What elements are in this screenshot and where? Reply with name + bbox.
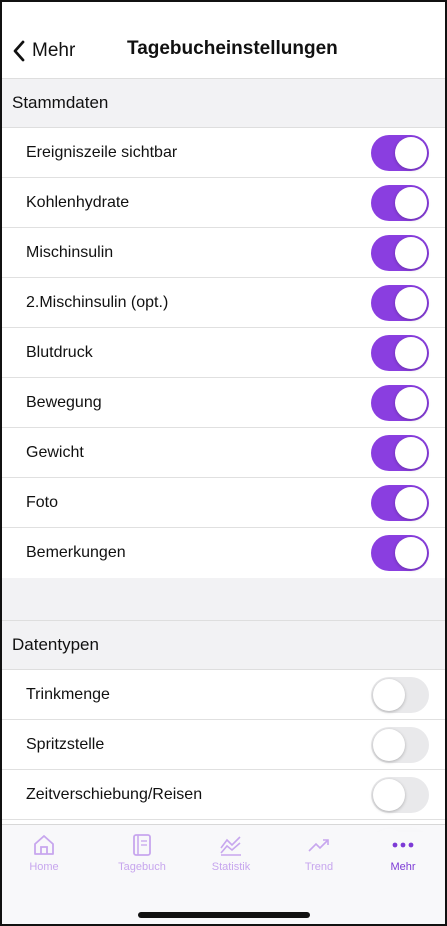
home-icon [4,833,84,857]
settings-row-label: Ereigniszeile sichtbar [26,143,178,161]
back-button[interactable]: Mehr [12,36,75,66]
tab-bar: Home Tagebuch Statistik Trend Mehr [2,824,445,924]
toggle-switch[interactable] [371,234,429,271]
section-spacer [2,578,445,620]
back-button-label: Mehr [32,40,76,61]
settings-row: Blutdruck [2,328,445,378]
more-icon [363,833,443,857]
toggle-knob [395,136,427,169]
toggle-switch[interactable] [371,535,429,571]
toggle-knob [395,386,427,419]
toggle-switch[interactable] [371,134,429,171]
toggle-knob [395,336,427,369]
tab-statistik-label: Statistik [211,861,251,873]
section-header-datentypen: Datentypen [2,620,445,670]
settings-row: Trinkmenge [2,670,445,720]
tab-trend-label: Trend [304,861,334,873]
tab-home[interactable]: Home [4,833,84,883]
toggle-switch[interactable] [371,676,429,713]
section-stammdaten: Ereigniszeile sichtbar Kohlenhydrate Misch… [2,128,445,578]
statistics-icon [191,833,271,857]
settings-row-label: Foto [26,493,59,511]
toggle-knob [395,436,427,469]
toggle-switch[interactable] [371,434,429,471]
settings-row: 2.Mischinsulin (opt.) [2,278,445,328]
navigation-bar: Mehr Tagebucheinstellungen [2,2,445,78]
trend-icon [279,833,359,857]
settings-row: Gewicht [2,428,445,478]
section-header-stammdaten: Stammdaten [2,78,445,128]
toggle-knob [395,537,427,569]
settings-row-label: Mischinsulin [26,243,114,261]
toggle-knob [395,486,427,519]
settings-row: Ereigniszeile sichtbar [2,128,445,178]
settings-row-label: Zeitverschiebung/Reisen [26,785,203,803]
settings-row: Bewegung [2,378,445,428]
settings-row-label: Blutdruck [26,343,93,361]
settings-row: Mischinsulin [2,228,445,278]
settings-row: Foto [2,478,445,528]
chevron-left-icon [12,40,26,62]
toggle-knob [373,778,405,811]
settings-list[interactable]: Stammdaten Ereigniszeile sichtbar Kohlenh… [2,78,445,832]
home-indicator [137,912,310,918]
tab-tagebuch-label: Tagebuch [118,861,166,873]
toggle-knob [395,186,427,219]
toggle-switch[interactable] [371,484,429,521]
settings-row: Spritzstelle [2,720,445,770]
page-title: Tagebucheinstellungen [127,38,338,59]
settings-row-label: Bewegung [26,393,102,411]
toggle-knob [395,286,427,319]
tab-tagebuch[interactable]: Tagebuch [102,833,182,883]
settings-row-label: Gewicht [26,443,84,461]
tab-mehr-label: Mehr [390,861,416,873]
settings-row-label: Bemerkungen [26,544,126,561]
toggle-switch[interactable] [371,284,429,321]
toggle-knob [395,236,427,269]
phone-screen: Mehr Tagebucheinstellungen Stammdaten Er… [0,0,447,926]
toggle-switch[interactable] [371,184,429,221]
settings-row-label: Trinkmenge [26,685,110,703]
settings-row: Kohlenhydrate [2,178,445,228]
section-datentypen: Trinkmenge Spritzstelle Zeitverschiebung/R… [2,670,445,832]
tab-trend[interactable]: Trend [279,833,359,883]
toggle-switch[interactable] [371,384,429,421]
toggle-switch[interactable] [371,776,429,813]
settings-row: Bemerkungen [2,528,445,578]
tab-statistik[interactable]: Statistik [191,833,271,883]
settings-row: Zeitverschiebung/Reisen [2,770,445,820]
settings-row-label: Kohlenhydrate [26,193,130,211]
tab-home-label: Home [29,861,59,873]
toggle-switch[interactable] [371,726,429,763]
settings-row-label: Spritzstelle [26,735,105,753]
toggle-knob [373,728,405,761]
diary-icon [102,833,182,857]
toggle-knob [373,678,405,711]
toggle-switch[interactable] [371,334,429,371]
tab-mehr[interactable]: Mehr [363,833,443,883]
settings-row-label: 2.Mischinsulin (opt.) [26,293,169,311]
